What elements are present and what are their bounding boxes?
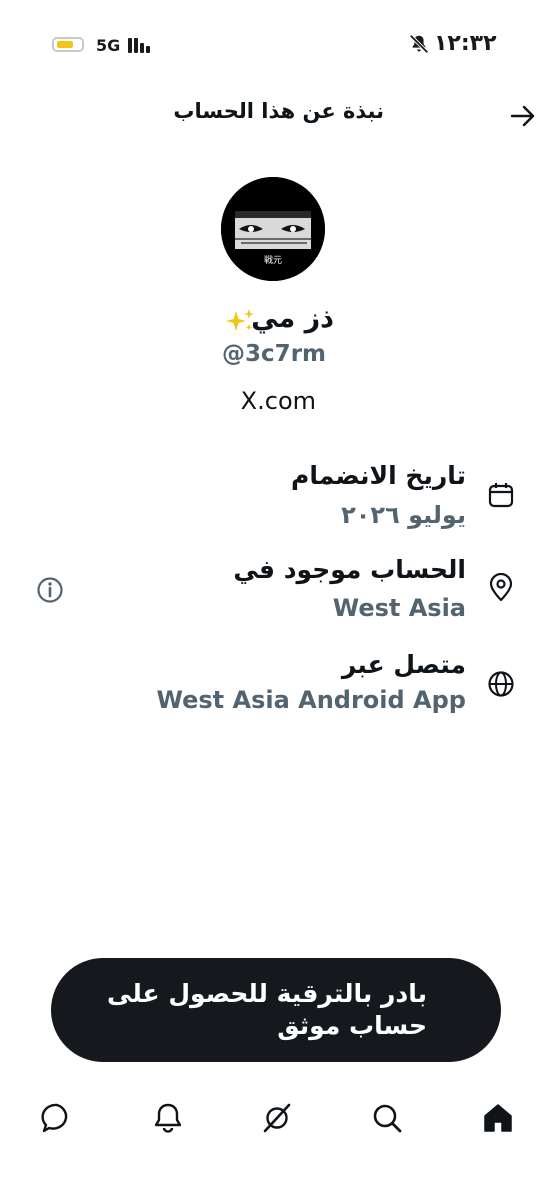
info-icon[interactable]: [36, 576, 64, 604]
notifications-icon[interactable]: [151, 1101, 185, 1135]
avatar-image: 戦元: [221, 177, 325, 281]
handle: @3c7rm: [222, 341, 326, 367]
status-bar: 5G ١٢:٣٢: [0, 0, 552, 90]
connected-title: متصل عبر: [341, 650, 466, 679]
upgrade-label: بادر بالترقية للحصول على حساب موثق: [107, 978, 427, 1042]
avatar[interactable]: 戦元: [221, 177, 325, 281]
battery-icon: [52, 37, 84, 52]
arrow-right-icon[interactable]: [508, 102, 538, 130]
home-icon[interactable]: [481, 1101, 515, 1135]
search-icon[interactable]: [370, 1101, 404, 1135]
upgrade-label-line1: بادر بالترقية للحصول على: [107, 979, 427, 1008]
calendar-icon: [488, 483, 514, 508]
joined-value: يوليو ٢٠٢٦: [341, 501, 466, 529]
location-pin-icon: [489, 573, 513, 602]
location-title: الحساب موجود في: [233, 555, 466, 584]
messages-icon[interactable]: [40, 1101, 74, 1135]
svg-text:戦元: 戦元: [264, 254, 282, 266]
page-title: نبذة عن هذا الحساب: [173, 99, 384, 123]
sparkles-icon: [226, 309, 254, 331]
upgrade-button[interactable]: بادر بالترقية للحصول على حساب موثق: [51, 958, 501, 1062]
joined-title: تاريخ الانضمام: [291, 461, 466, 490]
mute-icon: [409, 34, 429, 54]
clock: ١٢:٣٢: [434, 31, 497, 56]
signal-icon: [128, 38, 156, 53]
location-value: West Asia: [332, 594, 466, 622]
website-link[interactable]: X.com: [150, 387, 316, 415]
globe-icon: [488, 671, 514, 697]
network-label: 5G: [96, 36, 121, 55]
connected-value: West Asia Android App: [156, 686, 466, 714]
upgrade-label-line2: حساب موثق: [277, 1011, 427, 1040]
grok-icon[interactable]: [260, 1101, 294, 1135]
